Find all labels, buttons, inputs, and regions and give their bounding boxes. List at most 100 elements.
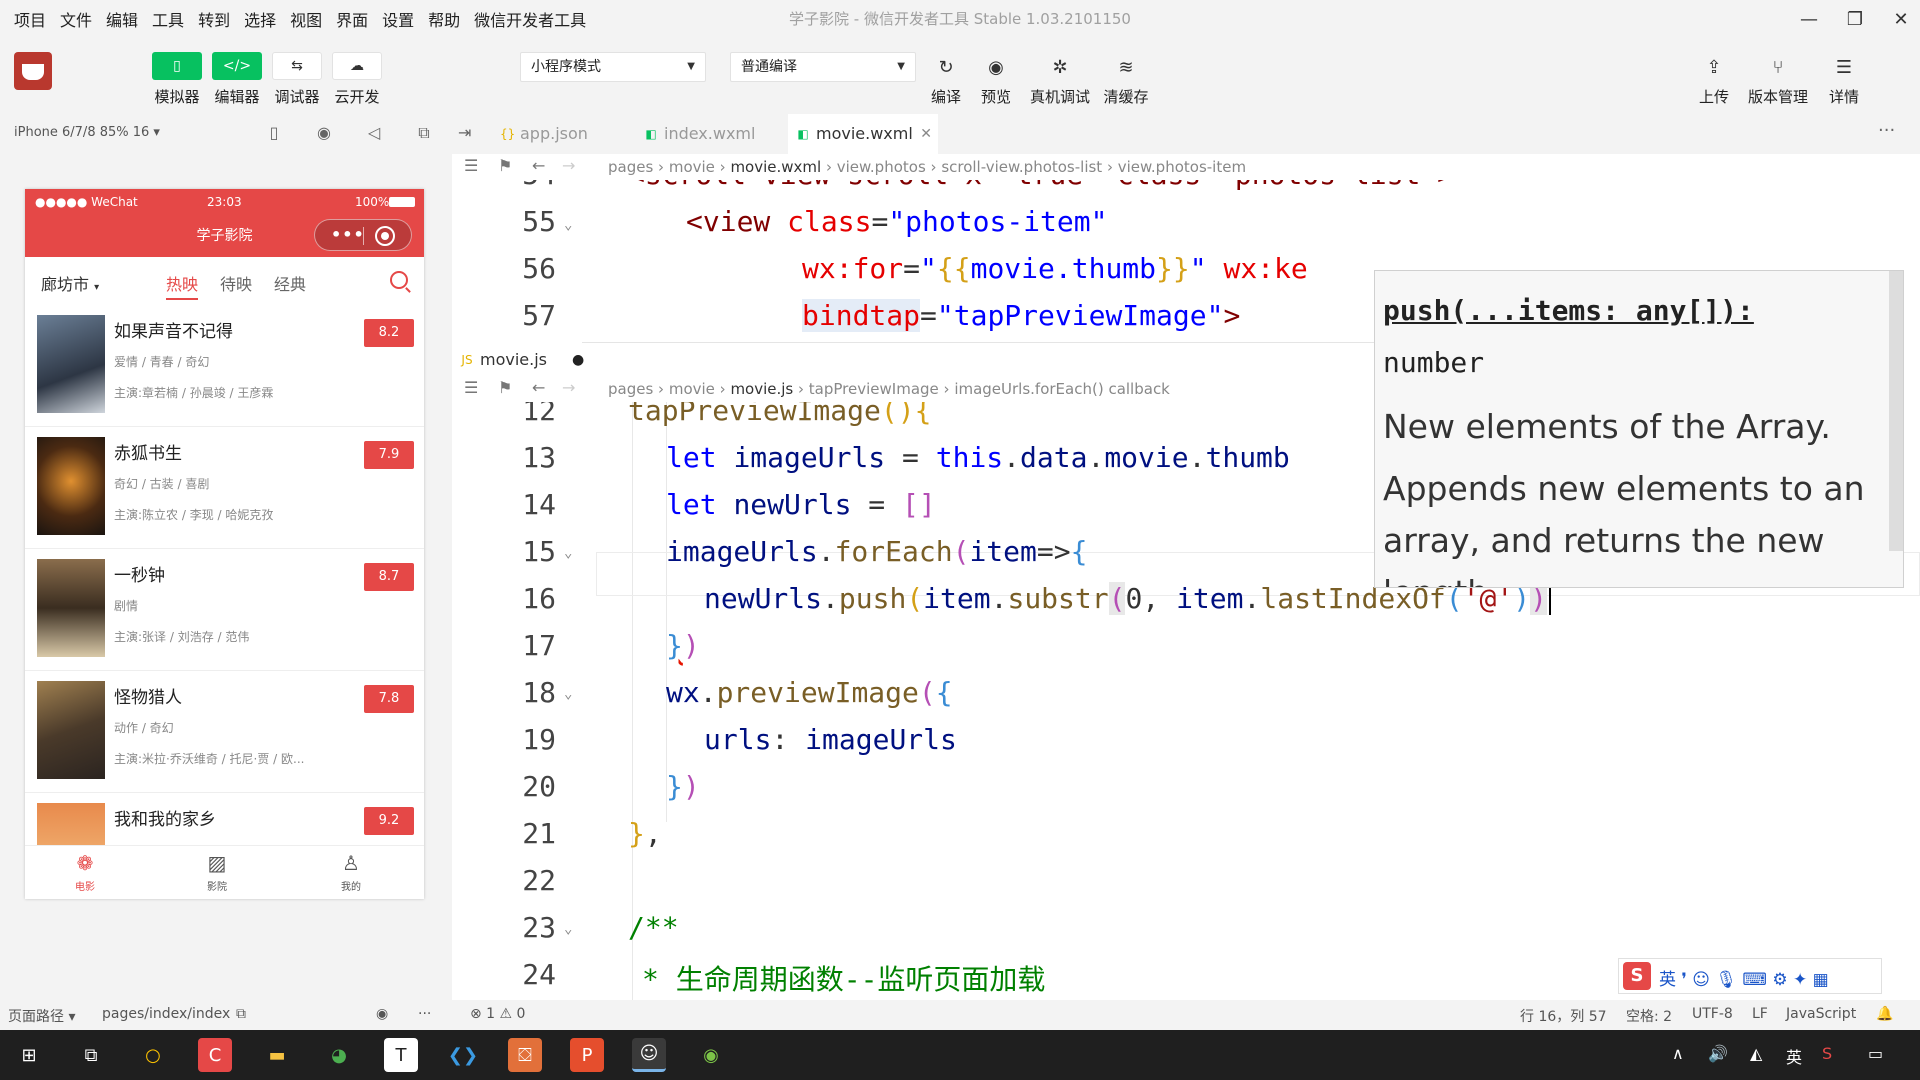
movie-item[interactable]: 一秒钟 剧情 主演:张译 / 刘浩存 / 范伟 8.7 [25,549,424,671]
cortana-icon[interactable]: ○ [136,1038,170,1072]
menu-item-edit[interactable]: 编辑 [106,7,138,31]
crumb-movie[interactable]: movie [669,380,715,398]
tab-classic[interactable]: 经典 [274,271,306,295]
close-tab-icon[interactable]: ✕ [920,114,932,154]
menu-item-goto[interactable]: 转到 [198,7,230,31]
menu-item-settings[interactable]: 设置 [382,7,414,31]
eol[interactable]: LF [1752,1006,1768,1022]
sogou-icon[interactable]: S [1623,962,1651,990]
movie-item[interactable]: 怪物猎人 动作 / 奇幻 主演:米拉·乔沃维奇 / 托尼·贾 / 欧... 7.… [25,671,424,793]
details-icon[interactable]: ☰ [1826,54,1862,80]
tray-chevron-icon[interactable]: ∧ [1672,1044,1684,1063]
forward-icon[interactable]: → [562,378,575,397]
search-icon[interactable] [390,271,408,289]
app-orange-icon[interactable]: ⛋ [508,1038,542,1072]
volume-icon[interactable]: ◁ [362,123,386,145]
nav-movies[interactable]: ❁ 电影 [55,850,115,893]
crumb-pages[interactable]: pages [608,380,653,398]
minimize-icon[interactable]: — [1786,0,1832,38]
tab-movie-js[interactable]: JS movie.js ● [452,340,584,380]
powerpoint-icon[interactable]: P [570,1038,604,1072]
mode-select[interactable]: 小程序模式 ▼ [520,52,706,82]
restore-icon[interactable]: ❐ [1832,0,1878,38]
city-select[interactable]: 廊坊市 ▾ [41,271,99,295]
menu-item-view[interactable]: 视图 [290,7,322,31]
chrome-icon[interactable]: ◕ [322,1038,356,1072]
fold-icon[interactable]: ⌄ [564,217,572,233]
record-icon[interactable]: ◉ [312,123,336,145]
menu-item-file[interactable]: 文件 [60,7,92,31]
nav-cinemas[interactable]: ▨ 影院 [187,850,247,893]
indent-setting[interactable]: 空格: 2 [1626,1006,1672,1026]
menu-item-tools[interactable]: 工具 [152,7,184,31]
encoding[interactable]: UTF-8 [1692,1006,1733,1022]
back-icon[interactable]: ← [532,156,545,175]
tab-index-wxml[interactable]: ◧ index.wxml [636,114,786,154]
crumb-movie[interactable]: movie [669,158,715,176]
ime-icons[interactable]: 英 ❜ ☺ 🎙 ⌨ ⚙ ✦ ▦ [1659,965,1829,990]
menu-item-project[interactable]: 项目 [14,7,46,31]
preview-icon[interactable]: ◉ [978,54,1014,80]
task-view-icon[interactable]: ⧉ [74,1038,108,1072]
crumb-file[interactable]: movie.js [730,380,793,398]
remote-debug-icon[interactable]: ✲ [1042,54,1078,80]
fold-icon[interactable]: ⌄ [564,545,572,561]
close-icon[interactable]: ✕ [1878,0,1920,38]
movie-item[interactable]: 如果声音不记得 爱情 / 青春 / 奇幻 主演:章若楠 / 孙晨竣 / 王彦霖 … [25,305,424,427]
compile-icon[interactable]: ↻ [928,54,964,80]
bookmark-icon[interactable]: ⚑ [498,156,512,175]
crumb-file[interactable]: movie.wxml [730,158,821,176]
app-green-icon[interactable]: ◉ [694,1038,728,1072]
cursor-position[interactable]: 行 16，列 57 [1520,1006,1607,1026]
crumb-pages[interactable]: pages [608,158,653,176]
fold-icon[interactable]: ⌄ [564,921,572,937]
back-icon[interactable]: ← [532,378,545,397]
editor-toggle-icon[interactable]: </> [212,52,262,80]
vscode-icon[interactable]: ❮❯ [446,1038,480,1072]
list-icon[interactable]: ☰ [464,156,478,175]
bookmark-icon[interactable]: ⚑ [498,378,512,397]
phone-icon[interactable]: ▯ [262,123,286,145]
upload-icon[interactable]: ⇪ [1696,54,1732,80]
app-red-icon[interactable]: C [198,1038,232,1072]
capsule-menu[interactable]: ••• [314,219,412,251]
language-mode[interactable]: JavaScript [1786,1006,1856,1022]
nav-profile[interactable]: ♙ 我的 [321,850,381,893]
movie-item[interactable]: 赤狐书生 奇幻 / 古装 / 喜剧 主演:陈立农 / 李现 / 哈妮克孜 7.9 [25,427,424,549]
menu-item-interface[interactable]: 界面 [336,7,368,31]
volume-icon[interactable]: 🔊 [1708,1044,1728,1063]
menu-item-select[interactable]: 选择 [244,7,276,31]
notification-icon[interactable]: ▭ [1868,1044,1883,1063]
forward-icon[interactable]: → [562,156,575,175]
compile-select[interactable]: 普通编译 ▼ [730,52,916,82]
network-icon[interactable]: ◭ [1750,1044,1762,1063]
clear-cache-icon[interactable]: ≋ [1108,54,1144,80]
device-select[interactable]: iPhone 6/7/8 85% 16 ▾ [14,125,160,140]
version-control-icon[interactable]: ⑂ [1760,54,1796,80]
crumb-element[interactable]: view.photos-item [1118,158,1246,176]
bell-icon[interactable]: 🔔 [1876,1006,1893,1022]
wechat-devtools-icon[interactable]: ☺ [632,1038,666,1072]
crumb-element[interactable]: view.photos [837,158,926,176]
hover-scrollbar[interactable] [1889,271,1903,551]
movie-item[interactable]: 我和我的家乡 9.2 [25,793,424,845]
language-indicator-icon[interactable]: 英 [1786,1044,1802,1068]
tab-coming-soon[interactable]: 待映 [220,271,252,295]
page-path-label[interactable]: 页面路径 ▾ [8,1006,75,1026]
crumb-symbol[interactable]: tapPreviewImage [809,380,939,398]
cloud-dev-icon[interactable]: ☁ [332,52,382,80]
ime-toolbar[interactable]: S 英 ❜ ☺ 🎙 ⌨ ⚙ ✦ ▦ [1618,958,1882,994]
menu-item-wechat-devtools[interactable]: 微信开发者工具 [474,7,586,31]
sidebar-toggle-icon[interactable]: ⇥ [458,123,471,142]
problems-count[interactable]: ⊗ 1 ⚠ 0 [470,1006,525,1022]
tab-now-showing[interactable]: 热映 [166,271,198,295]
crumb-symbol[interactable]: imageUrls.forEach() callback [954,380,1170,398]
crumb-element[interactable]: scroll-view.photos-list [941,158,1102,176]
eye-icon[interactable]: ◉ [376,1006,388,1022]
menu-item-help[interactable]: 帮助 [428,7,460,31]
file-explorer-icon[interactable]: ▬ [260,1038,294,1072]
simulator-toggle-icon[interactable]: ▯ [152,52,202,80]
fold-icon[interactable]: ⌄ [564,686,572,702]
sogou-tray-icon[interactable]: S [1822,1044,1832,1063]
tab-movie-wxml[interactable]: ◧ movie.wxml ✕ [788,114,938,154]
